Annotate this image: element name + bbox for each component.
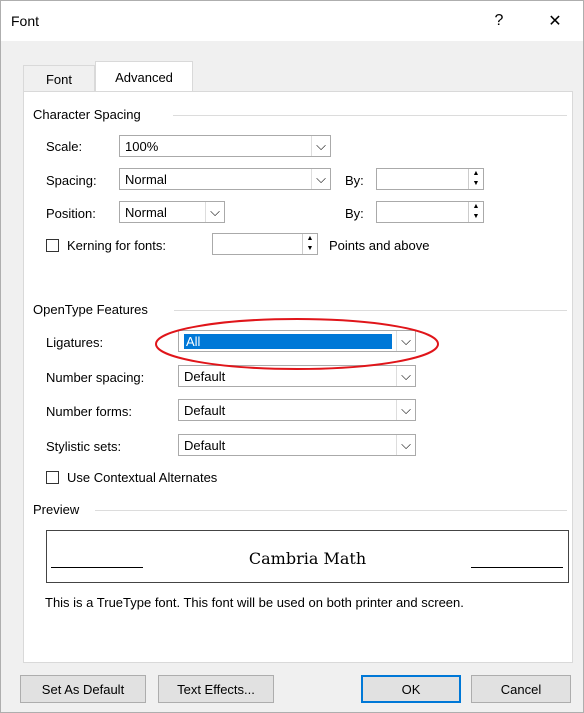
preview-group-label: Preview [33, 502, 80, 517]
title-bar: Font ? ✕ [1, 1, 583, 41]
contextual-alternates-checkbox[interactable] [46, 471, 59, 484]
preview-sample-text: Cambria Math [248, 549, 367, 568]
kerning-label: Kerning for fonts: [67, 238, 166, 253]
chevron-down-icon: ⌵ [396, 435, 415, 455]
spacing-combo[interactable]: Normal ⌵ [119, 168, 331, 190]
dialog-title: Font [11, 13, 40, 29]
preview-note: This is a TrueType font. This font will … [45, 595, 464, 610]
text-effects-button[interactable]: Text Effects... [158, 675, 274, 703]
character-spacing-group-label: Character Spacing [33, 107, 141, 122]
contextual-alternates-label: Use Contextual Alternates [67, 470, 218, 485]
stylistic-sets-combo[interactable]: Default ⌵ [178, 434, 416, 456]
spinner-buttons[interactable]: ▲ ▼ [302, 234, 317, 254]
tab-advanced[interactable]: Advanced [95, 61, 193, 93]
spinner-buttons[interactable]: ▲ ▼ [468, 169, 483, 189]
scale-label: Scale: [46, 139, 83, 154]
position-by-spinner[interactable]: ▲ ▼ [376, 201, 484, 223]
close-button[interactable]: ✕ [541, 7, 569, 35]
group-divider [95, 510, 567, 511]
number-forms-combo[interactable]: Default ⌵ [178, 399, 416, 421]
chevron-down-icon: ⌵ [396, 400, 415, 420]
preview-box: Cambria Math [46, 530, 569, 583]
position-by-label: By: [345, 206, 364, 221]
position-combo[interactable]: Normal ⌵ [119, 201, 225, 223]
help-button[interactable]: ? [485, 7, 513, 35]
chevron-down-icon: ⌵ [311, 169, 330, 189]
kerning-suffix: Points and above [329, 238, 430, 253]
ok-button[interactable]: OK [361, 675, 461, 703]
spacing-by-label: By: [345, 173, 364, 188]
number-forms-label: Number forms: [46, 404, 132, 419]
font-dialog: Font ? ✕ Font Advanced Character Spacing… [0, 0, 584, 713]
opentype-group-label: OpenType Features [33, 302, 148, 317]
spacing-by-spinner[interactable]: ▲ ▼ [376, 168, 484, 190]
number-spacing-label: Number spacing: [46, 370, 145, 385]
spinner-buttons[interactable]: ▲ ▼ [468, 202, 483, 222]
cancel-button[interactable]: Cancel [471, 675, 571, 703]
stylistic-sets-label: Stylistic sets: [46, 439, 122, 454]
kerning-checkbox[interactable] [46, 239, 59, 252]
chevron-down-icon: ⌵ [311, 136, 330, 156]
group-divider [174, 310, 567, 311]
tab-font[interactable]: Font [23, 65, 95, 92]
scale-combo[interactable]: 100% ⌵ [119, 135, 331, 157]
preview-rule-right [471, 567, 563, 568]
kerning-spinner[interactable]: ▲ ▼ [212, 233, 318, 255]
set-as-default-button[interactable]: Set As Default [20, 675, 146, 703]
spacing-label: Spacing: [46, 173, 97, 188]
position-label: Position: [46, 206, 96, 221]
chevron-down-icon: ⌵ [205, 202, 224, 222]
annotation-ellipse [155, 318, 439, 370]
group-divider [173, 115, 567, 116]
ligatures-label: Ligatures: [46, 335, 104, 350]
